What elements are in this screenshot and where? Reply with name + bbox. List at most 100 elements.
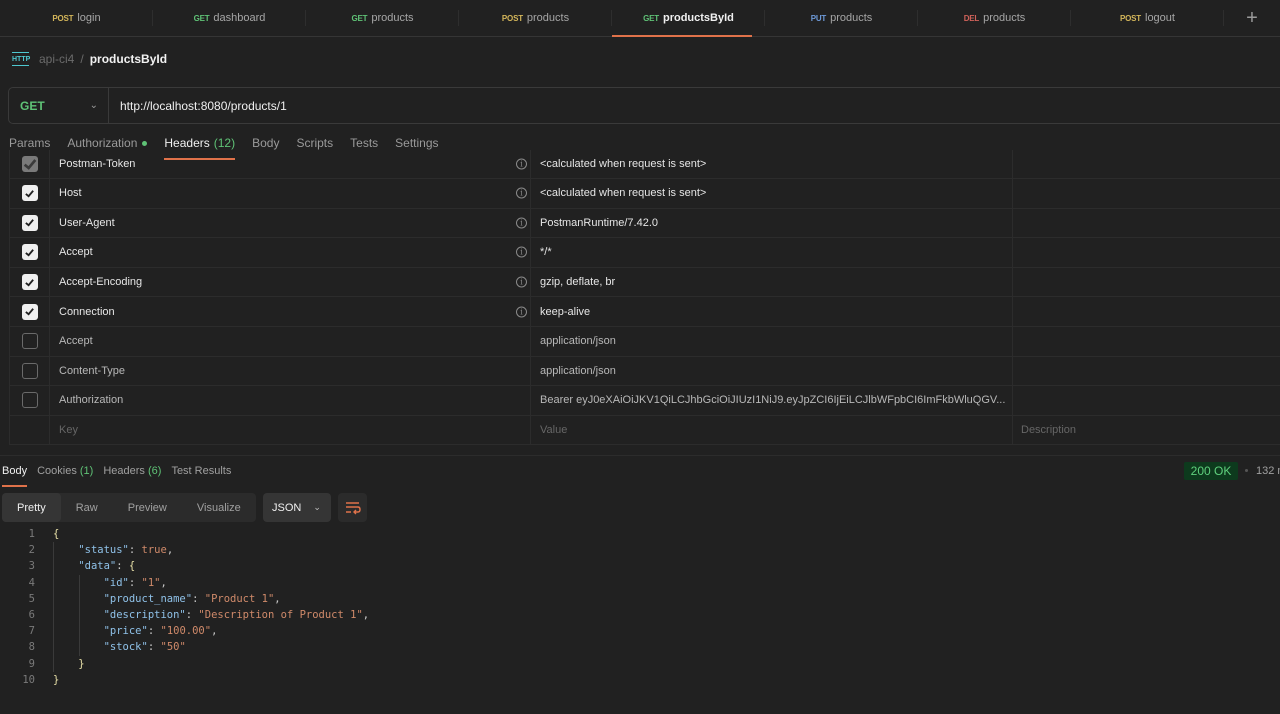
header-description[interactable] (1013, 209, 1280, 238)
method-label: POST (52, 13, 74, 23)
header-key[interactable]: Content-Type (50, 356, 531, 386)
header-enabled-checkbox[interactable] (21, 362, 38, 379)
request-tab-bar: POST login GET dashboard GET products POST p… (0, 0, 1280, 37)
header-value[interactable]: gzip, deflate, br (531, 267, 1013, 297)
format-dropdown[interactable]: JSON ⌄ (263, 493, 331, 522)
code-line: 1{ (0, 526, 369, 542)
tab-name: products (983, 12, 1026, 24)
header-key[interactable]: Accept-Encoding i (50, 267, 531, 297)
table-row: Accept-Encoding i gzip, deflate, br (10, 267, 1280, 298)
header-enabled-checkbox[interactable] (21, 244, 38, 261)
line-number: 8 (28, 641, 35, 654)
table-row: Postman-Token i <calculated when request … (10, 150, 1280, 179)
header-value[interactable]: */* (531, 238, 1013, 267)
method-label: POST (1120, 13, 1141, 23)
table-row: Content-Type application/json (10, 356, 1280, 387)
header-description[interactable] (1013, 238, 1280, 267)
header-key[interactable]: Postman-Token i (50, 150, 531, 178)
header-enabled-checkbox[interactable] (21, 214, 38, 231)
view-raw-button[interactable]: Raw (61, 493, 113, 522)
breadcrumb-request-name[interactable]: productsById (90, 52, 167, 66)
request-tab-logout[interactable]: POST logout (1071, 0, 1224, 36)
request-tab-put-products[interactable]: PUT products (765, 0, 918, 36)
request-tab-post-products[interactable]: POST products (459, 0, 612, 36)
header-enabled-checkbox[interactable] (21, 274, 38, 291)
info-icon[interactable]: i (516, 276, 527, 288)
header-description[interactable] (1013, 268, 1280, 297)
header-value[interactable]: application/json (531, 356, 1013, 386)
new-header-key-input[interactable]: Key (50, 415, 531, 445)
response-tab-body[interactable]: Body (2, 465, 28, 487)
header-description[interactable] (1013, 327, 1280, 356)
request-tab-login[interactable]: POST login (0, 0, 153, 36)
header-key[interactable]: Host i (50, 179, 531, 208)
info-icon[interactable]: i (516, 158, 527, 170)
line-number: 4 (28, 576, 35, 589)
response-tab-cookies[interactable]: Cookies (1) (37, 465, 93, 487)
header-description[interactable] (1013, 179, 1280, 208)
header-key[interactable]: User-Agent i (50, 208, 531, 238)
header-key[interactable]: Accept (50, 326, 531, 356)
method-label: GET (351, 13, 368, 23)
new-header-description-input[interactable]: Description (1013, 416, 1280, 445)
header-key[interactable]: Connection i (50, 297, 531, 326)
header-key[interactable]: Authorization (50, 386, 531, 415)
tab-label: Scripts (296, 136, 334, 150)
request-tab-get-products[interactable]: GET products (306, 0, 459, 36)
method-label: GET (193, 13, 210, 23)
info-icon[interactable]: i (516, 187, 527, 199)
new-header-value-input[interactable]: Value (531, 415, 1013, 445)
header-enabled-checkbox[interactable] (21, 392, 38, 409)
header-description[interactable] (1013, 297, 1280, 326)
response-tab-test-results[interactable]: Test Results (171, 465, 231, 487)
response-time[interactable]: 132 ms (1256, 465, 1280, 477)
header-value[interactable]: Bearer eyJ0eXAiOiJKV1QiLCJhbGciOiJIUzI1N… (531, 386, 1013, 415)
breadcrumb-collection[interactable]: api-ci4 (39, 52, 74, 66)
method-dropdown[interactable]: GET ⌄ (9, 88, 109, 123)
tab-label: Body (252, 136, 280, 150)
header-description[interactable] (1013, 357, 1280, 386)
info-icon[interactable]: i (516, 306, 527, 318)
response-body-code[interactable]: 1{ 2 "status": true, 3 "data": { 4 "id":… (0, 526, 369, 688)
method-label: PUT (810, 13, 827, 23)
tab-name: dashboard (213, 12, 266, 24)
http-icon: HTTP (12, 52, 30, 66)
response-tab-headers[interactable]: Headers (6) (103, 465, 161, 487)
header-value[interactable]: application/json (531, 326, 1013, 356)
header-description[interactable] (1013, 386, 1280, 415)
table-row: Host i <calculated when request is sent> (10, 179, 1280, 209)
line-number: 9 (28, 657, 35, 670)
tab-label: Tests (350, 136, 379, 150)
request-tab-dashboard[interactable]: GET dashboard (153, 0, 306, 36)
header-value[interactable]: PostmanRuntime/7.42.0 (531, 208, 1013, 238)
status-badge[interactable]: 200 OK (1184, 462, 1238, 480)
add-tab-button[interactable]: + (1224, 0, 1280, 36)
tab-label: Params (9, 136, 51, 150)
header-enabled-checkbox[interactable] (21, 333, 38, 350)
pane-divider[interactable] (0, 455, 1280, 456)
tab-name: products (371, 12, 414, 24)
code-line: 9 } (0, 656, 369, 672)
request-tab-productsbyid[interactable]: GET productsById (612, 0, 765, 37)
header-value[interactable]: <calculated when request is sent> (531, 179, 1013, 208)
wrap-lines-button[interactable] (338, 493, 367, 522)
info-icon[interactable]: i (516, 217, 527, 229)
plus-icon: + (1246, 6, 1258, 29)
code-line: 10} (0, 672, 369, 688)
table-row: Accept application/json (10, 326, 1280, 357)
header-description[interactable] (1013, 150, 1280, 178)
url-input[interactable] (120, 98, 920, 113)
method-label: POST (501, 13, 523, 23)
view-pretty-button[interactable]: Pretty (2, 493, 61, 522)
view-visualize-button[interactable]: Visualize (182, 493, 256, 522)
header-enabled-checkbox[interactable] (21, 303, 38, 320)
code-line: 2 "status": true, (0, 542, 369, 558)
header-value[interactable]: keep-alive (531, 297, 1013, 326)
header-key[interactable]: Accept i (50, 238, 531, 267)
info-icon[interactable]: i (516, 246, 527, 258)
header-enabled-checkbox[interactable] (21, 156, 38, 172)
header-enabled-checkbox[interactable] (21, 185, 38, 202)
header-value[interactable]: <calculated when request is sent> (531, 150, 1013, 178)
request-tab-del-products[interactable]: DEL products (918, 0, 1071, 36)
view-preview-button[interactable]: Preview (113, 493, 182, 522)
